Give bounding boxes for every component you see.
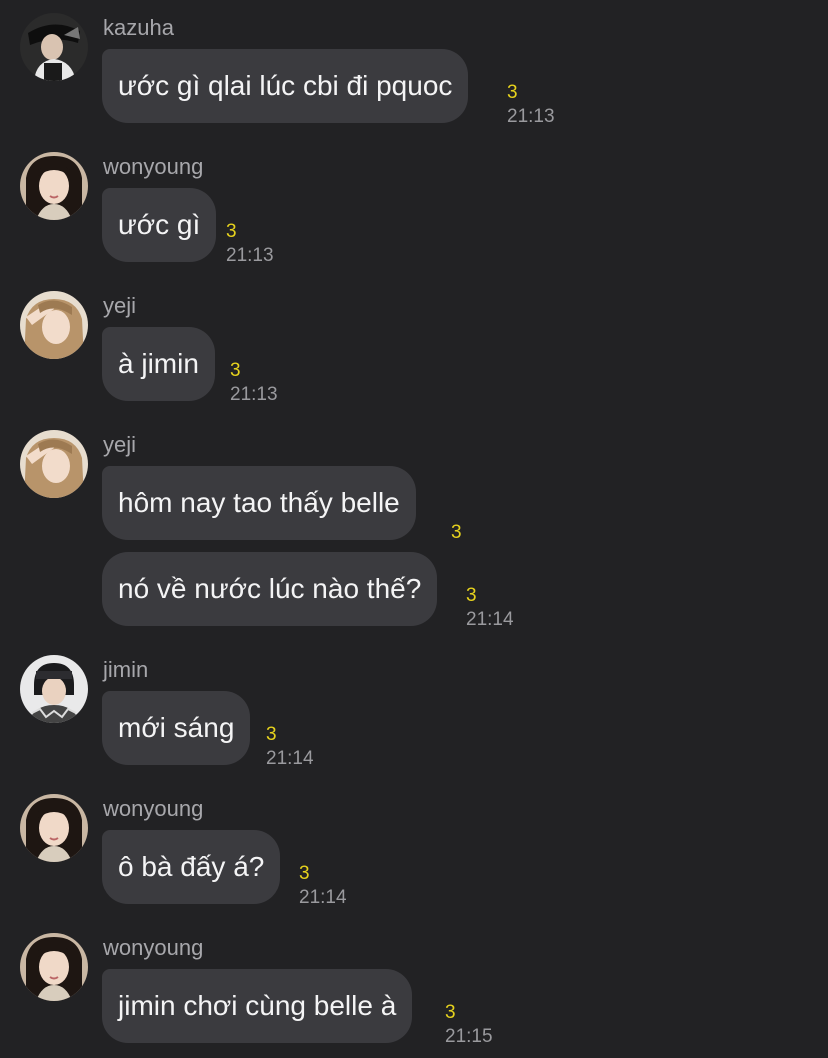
sender-name: yeji: [103, 293, 137, 318]
chat-message-list[interactable]: kazuha ước gì qlai lúc cbi đi pquoc 3 21…: [0, 0, 828, 1058]
avatar-kazuha[interactable]: [20, 13, 88, 81]
message-bubble[interactable]: ước gì: [102, 188, 217, 262]
message-meta: 3 21:14: [299, 863, 347, 909]
message-time: 21:14: [299, 887, 347, 908]
unread-count: 3: [507, 82, 518, 103]
message-meta: 3: [451, 522, 462, 544]
avatar-wonyoung[interactable]: [20, 794, 88, 862]
message-bubble[interactable]: hôm nay tao thấy belle: [102, 466, 416, 540]
message-bubble[interactable]: jimin chơi cùng belle à: [102, 969, 413, 1043]
sender-name: wonyoung: [103, 796, 204, 821]
avatar-photo-icon: [20, 933, 88, 1001]
message-time: 21:15: [445, 1026, 493, 1047]
message-bubble[interactable]: à jimin: [102, 327, 215, 401]
unread-count: 3: [226, 221, 237, 242]
unread-count: 3: [445, 1002, 456, 1023]
message-meta: 3 21:15: [445, 1002, 493, 1048]
unread-count: 3: [299, 863, 310, 884]
avatar-yeji[interactable]: [20, 291, 88, 359]
avatar-jimin[interactable]: [20, 655, 88, 723]
sender-name: jimin: [103, 657, 149, 682]
unread-count: 3: [466, 585, 477, 606]
avatar-wonyoung[interactable]: [20, 933, 88, 1001]
message-meta: 3 21:14: [466, 585, 514, 631]
avatar-wonyoung[interactable]: [20, 152, 88, 220]
unread-count: 3: [451, 522, 462, 543]
message-bubble[interactable]: ước gì qlai lúc cbi đi pquoc: [102, 49, 469, 123]
avatar-yeji[interactable]: [20, 430, 88, 498]
sender-name: kazuha: [103, 15, 174, 40]
unread-count: 3: [266, 724, 277, 745]
avatar-photo-icon: [20, 13, 88, 81]
message-bubble[interactable]: ô bà đấy á?: [102, 830, 281, 904]
message-time: 21:13: [226, 245, 274, 266]
message-time: 21:14: [466, 609, 514, 630]
message-meta: 3 21:13: [230, 360, 278, 406]
message-time: 21:13: [230, 384, 278, 405]
sender-name: wonyoung: [103, 935, 204, 960]
sender-name: wonyoung: [103, 154, 204, 179]
message-meta: 3 21:14: [266, 724, 314, 770]
message-bubble[interactable]: mới sáng: [102, 691, 251, 765]
avatar-photo-icon: [20, 152, 88, 220]
avatar-photo-icon: [20, 291, 88, 359]
message-meta: 3 21:13: [226, 221, 274, 267]
message-bubble[interactable]: nó về nước lúc nào thế?: [102, 552, 438, 626]
message-time: 21:13: [507, 106, 555, 127]
message-meta: 3 21:13: [507, 82, 555, 128]
unread-count: 3: [230, 360, 241, 381]
avatar-photo-icon: [20, 794, 88, 862]
avatar-photo-icon: [20, 655, 88, 723]
message-time: 21:14: [266, 748, 314, 769]
avatar-photo-icon: [20, 430, 88, 498]
sender-name: yeji: [103, 432, 137, 457]
